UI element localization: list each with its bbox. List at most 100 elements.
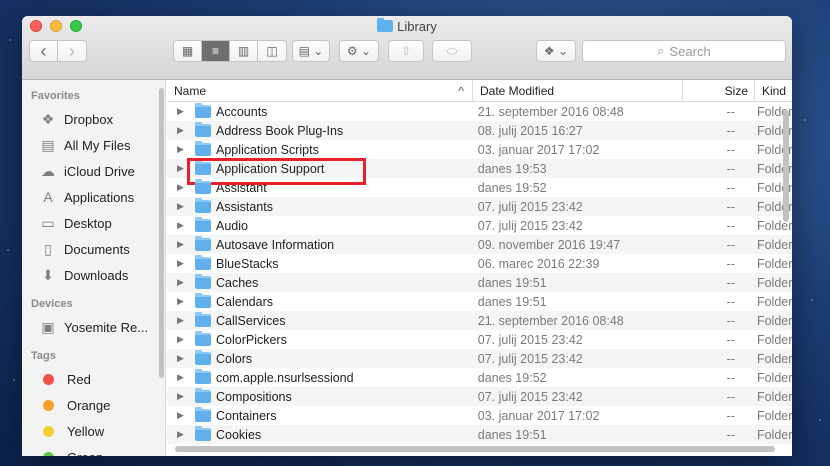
icon-view-button[interactable]: ▦ [174,41,202,61]
share-button[interactable]: ⇧ [388,40,424,62]
sidebar-item-applications[interactable]: A Applications [22,184,165,210]
file-name: Assistant [216,180,267,195]
folder-icon [195,255,211,270]
table-row[interactable]: ▶ Accounts 21. september 2016 08:48 -- Folde… [167,102,792,121]
search-icon: ⌕ [657,43,665,58]
disclosure-triangle-icon[interactable]: ▶ [177,353,195,364]
folder-icon [195,350,211,365]
table-row[interactable]: ▶ Containers 03. januar 2017 17:02 -- Folder [167,406,792,425]
table-row[interactable]: ▶ Address Book Plug-Ins 08. julij 2015 16:… [167,121,792,140]
table-row[interactable]: ▶ Audio 07. julij 2015 23:42 -- Folder [167,216,792,235]
disclosure-triangle-icon[interactable]: ▶ [177,277,195,288]
file-name: BlueStacks [216,256,279,271]
sidebar-tag-orange[interactable]: Orange [22,392,165,418]
sidebar-tag-red[interactable]: Red [22,366,165,392]
table-row[interactable]: ▶ Calendars danes 19:51 -- Folder [167,292,792,311]
forward-button[interactable]: › [58,41,86,61]
sidebar-tag-green[interactable]: Green [22,444,165,456]
disclosure-triangle-icon[interactable]: ▶ [177,182,195,193]
sidebar-device-yosemite-re[interactable]: ▣ Yosemite Re... [22,314,165,340]
file-name: Application Support [216,161,325,176]
sidebar-item-label: Yosemite Re... [64,319,149,335]
table-row[interactable]: ▶ Caches danes 19:51 -- Folder [167,273,792,292]
column-header-row: Name ^ Date Modified Size Kind [167,80,792,102]
disclosure-triangle-icon[interactable]: ▶ [177,296,195,307]
disclosure-triangle-icon[interactable]: ▶ [177,144,195,155]
dropbox-icon: ❖ [41,110,55,127]
date-cell: 07. julij 2015 23:42 [477,389,583,404]
file-name: Compositions [216,389,292,404]
horizontal-scrollbar[interactable] [175,446,775,452]
table-row[interactable]: ▶ Cookies danes 19:51 -- Folder [167,425,792,444]
cover-flow-button[interactable]: ◫ [258,41,286,61]
file-name: Containers [216,408,277,423]
disclosure-triangle-icon[interactable]: ▶ [177,410,195,421]
date-column-header[interactable]: Date Modified [473,80,683,102]
name-cell: ▶ Application Support [167,157,470,185]
search-field[interactable]: ⌕ Search [582,40,786,62]
size-cell: -- [726,199,735,214]
disclosure-triangle-icon[interactable]: ▶ [177,125,195,136]
disclosure-triangle-icon[interactable]: ▶ [177,106,195,117]
tags-button[interactable]: ⬭ [432,40,472,62]
table-row[interactable]: ▶ Application Scripts 03. januar 2017 17:0… [167,140,792,159]
disclosure-triangle-icon[interactable]: ▶ [177,372,195,383]
disclosure-triangle-icon[interactable]: ▶ [177,429,195,440]
file-name: ColorPickers [216,332,287,347]
folder-icon [195,122,211,137]
disclosure-triangle-icon[interactable]: ▶ [177,201,195,212]
disclosure-triangle-icon[interactable]: ▶ [177,334,195,345]
dropbox-menu-button[interactable]: ❖ ⌄ [536,40,576,62]
sidebar-scrollbar[interactable] [159,88,164,378]
sidebar-item-label: iCloud Drive [64,163,135,179]
sidebar-item-desktop[interactable]: ▭ Desktop [22,210,165,236]
action-gear-button[interactable]: ⚙ ⌄ [339,40,379,62]
file-name: Accounts [216,104,268,119]
size-cell: -- [726,294,735,309]
kind-column-header[interactable]: Kind [755,80,786,102]
list-view-button[interactable]: ≡ [202,41,230,61]
arrange-button[interactable]: ▤ ⌄ [292,40,330,62]
back-button[interactable]: ‹ [30,41,58,61]
disclosure-triangle-icon[interactable]: ▶ [177,391,195,402]
disclosure-triangle-icon[interactable]: ▶ [177,315,195,326]
sidebar-item-dropbox[interactable]: ❖ Dropbox [22,106,165,132]
table-row[interactable]: ▶ Assistant danes 19:52 -- Folder [167,178,792,197]
sidebar-item-documents[interactable]: ▯ Documents [22,236,165,262]
folder-icon [195,179,211,194]
table-row[interactable]: ▶ Compositions 07. julij 2015 23:42 -- Folde… [167,387,792,406]
sidebar-item-label: Documents [64,241,130,257]
size-cell: -- [726,180,735,195]
sidebar-item-all-my-files[interactable]: ▤ All My Files [22,132,165,158]
disclosure-triangle-icon[interactable]: ▶ [177,239,195,250]
window-title-text: Library [397,19,437,34]
table-row[interactable]: ▶ com.apple.nsurlsessiond danes 19:52 -- Fol… [167,368,792,387]
table-row[interactable]: ▶ Autosave Information 09. november 2016 1… [167,235,792,254]
folder-icon [195,388,211,403]
table-row[interactable]: ▶ BlueStacks 06. marec 2016 22:39 -- Folder [167,254,792,273]
table-row[interactable]: ▶ Colors 07. julij 2015 23:42 -- Folder [167,349,792,368]
sidebar: Favorites ❖ Dropbox ▤ All My Files ☁ iCloud D… [22,80,166,456]
disclosure-triangle-icon[interactable]: ▶ [177,163,195,174]
sidebar-item-downloads[interactable]: ⬇ Downloads [22,262,165,288]
table-row[interactable]: ▶ ColorPickers 07. julij 2015 23:42 -- Folde… [167,330,792,349]
kind-cell: Folder [756,408,792,423]
disclosure-triangle-icon[interactable]: ▶ [177,258,195,269]
table-row[interactable]: ▶ Application Support danes 19:53 -- Folder [167,157,792,185]
size-cell: -- [726,351,735,366]
date-cell: 03. januar 2017 17:02 [477,408,600,423]
size-cell: -- [726,275,735,290]
column-view-button[interactable]: ▥ [230,41,258,61]
sidebar-item-icloud-drive[interactable]: ☁ iCloud Drive [22,158,165,184]
kind-cell: Folder [756,237,792,252]
vertical-scrollbar[interactable] [783,110,789,222]
size-column-header[interactable]: Size [683,80,755,102]
table-row[interactable]: ▶ Assistants 07. julij 2015 23:42 -- Folder [167,197,792,216]
name-column-header[interactable]: Name ^ [167,80,473,102]
name-cell: ▶ Caches [167,274,470,290]
sidebar-tag-yellow[interactable]: Yellow [22,418,165,444]
tag-color-dot [43,373,54,385]
table-row[interactable]: ▶ CallServices 21. september 2016 08:48 -- F… [167,311,792,330]
folder-icon [195,369,211,384]
disclosure-triangle-icon[interactable]: ▶ [177,220,195,231]
